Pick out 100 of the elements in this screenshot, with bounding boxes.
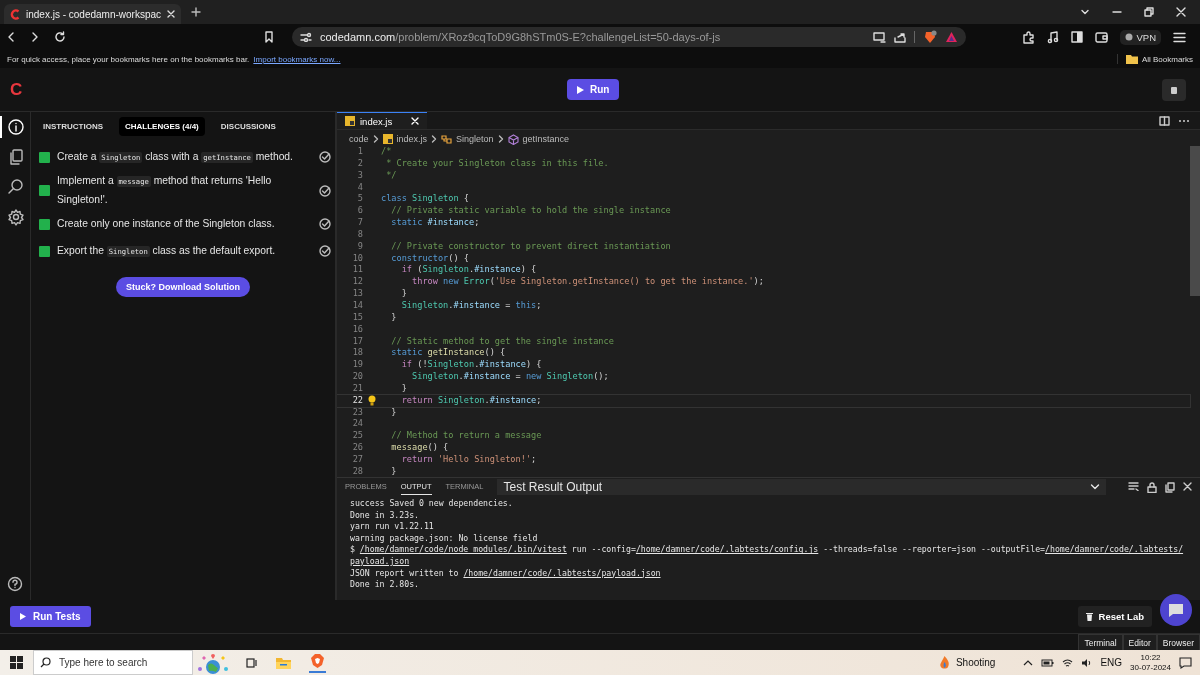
lion-shield-icon[interactable] (311, 654, 324, 668)
puzzle-icon[interactable] (1022, 30, 1036, 44)
output-line: Done in 2.80s. (350, 579, 420, 591)
close-icon[interactable] (1183, 481, 1192, 491)
logo[interactable]: C (10, 79, 23, 100)
file-explorer-icon[interactable] (276, 656, 291, 669)
lock-icon[interactable] (1147, 481, 1157, 493)
taskbar-search-field[interactable]: Type here to search (33, 650, 193, 675)
close-icon[interactable] (167, 10, 176, 18)
chevron-up-icon[interactable] (1023, 658, 1034, 667)
menu-icon[interactable] (1173, 31, 1186, 43)
battery-icon[interactable] (1041, 658, 1055, 667)
bookmark-icon[interactable] (264, 31, 274, 43)
line-number: 4 (356, 181, 363, 194)
output-line: warning package.json: No license field (350, 532, 539, 545)
clock[interactable]: 10:22 30-07-2024 (1130, 652, 1171, 673)
import-bookmarks-link[interactable]: Import bookmarks now... (253, 54, 341, 64)
check-circle-icon (319, 218, 331, 230)
chevron-right-icon (372, 135, 379, 143)
line-number: 22 (351, 394, 363, 407)
language-indicator[interactable]: ENG (1100, 657, 1123, 668)
scrollbar-thumb[interactable] (1190, 146, 1200, 296)
more-icon[interactable] (1178, 118, 1190, 123)
class-icon (441, 134, 453, 144)
download-solution-button[interactable]: Stuck? Download Solution (116, 277, 250, 297)
line-number: 8 (356, 228, 363, 241)
task-view-icon[interactable] (245, 656, 258, 669)
line-number: 18 (351, 347, 363, 360)
code-line: throw new Error('Use Singleton.getInstance() to get the instance.'); (411, 276, 764, 289)
flame-icon[interactable] (938, 655, 950, 670)
restore-icon[interactable] (1144, 7, 1154, 17)
view-tab[interactable]: Browser (1156, 634, 1200, 650)
split-editor-icon[interactable] (1159, 115, 1170, 126)
output-line: JSON report written to /home/damner/code/.labtests/payload.json (350, 567, 662, 580)
all-bookmarks-link[interactable]: All Bookmarks (1141, 54, 1193, 64)
js-file-icon (382, 134, 393, 144)
breadcrumb-item[interactable]: code (349, 134, 369, 144)
chat-button[interactable] (1160, 594, 1192, 626)
output-channel-select[interactable]: Test Result Output (497, 479, 1106, 495)
page-tab[interactable]: index.js - codedamn-workspac (4, 4, 182, 24)
reset-lab-button[interactable]: Reset Lab (1077, 606, 1152, 627)
vpn-button[interactable]: VPN (1120, 29, 1161, 45)
line-number: 15 (351, 311, 363, 324)
sidebar-icon[interactable] (1071, 31, 1084, 43)
weather-text[interactable]: Shooting (955, 657, 996, 668)
windows-icon[interactable] (10, 656, 23, 669)
chevron-right-icon (497, 135, 504, 143)
file-tab[interactable]: index.js (337, 112, 428, 129)
panel-tab[interactable]: DISCUSSIONS (214, 117, 282, 136)
code-line: } (400, 382, 407, 395)
chevron-down-icon[interactable] (1080, 7, 1090, 17)
plus-icon[interactable] (191, 7, 202, 17)
line-number: 12 (351, 276, 363, 289)
line-number: 26 (351, 442, 363, 454)
screen-icon[interactable] (873, 31, 886, 43)
breadcrumb-item[interactable]: getInstance (522, 134, 570, 144)
code-line: // Method to return a message (390, 430, 542, 443)
code-line: if (Singleton.#instance) { (400, 264, 537, 277)
output-line: Done in 3.23s. (350, 509, 420, 522)
chevron-down-icon[interactable] (1090, 483, 1100, 491)
triangle-icon[interactable] (945, 31, 958, 43)
wifi-icon[interactable] (1062, 657, 1074, 668)
code-line: constructor() { (390, 252, 469, 265)
notification-icon[interactable] (1179, 656, 1192, 669)
panel-tab[interactable]: CHALLENGES (4/4) (119, 117, 205, 136)
favicon-icon (10, 8, 20, 20)
view-tab[interactable]: Editor (1122, 634, 1157, 650)
code-line: // Private static variable to hold the single instance (390, 205, 671, 218)
settings-icon (7, 208, 25, 226)
list-icon[interactable] (1128, 481, 1139, 491)
wallet-icon[interactable] (1095, 31, 1109, 43)
music-note-icon[interactable] (1047, 30, 1060, 44)
back-icon[interactable] (6, 31, 16, 43)
info-icon (7, 118, 25, 136)
sliders-icon[interactable] (300, 32, 312, 42)
line-number: 6 (356, 205, 363, 218)
breadcrumb-item[interactable]: index.js (396, 134, 428, 144)
bookmarks-hint: For quick access, place your bookmarks here on the bookmarks bar. (7, 54, 250, 64)
search-icon (40, 657, 51, 668)
code-line: } (390, 465, 397, 477)
speaker-icon[interactable] (1081, 657, 1093, 668)
lightbulb-icon[interactable] (368, 395, 376, 407)
close-icon[interactable] (1176, 7, 1186, 17)
reload-icon[interactable] (54, 31, 66, 43)
copy-icon[interactable] (1165, 481, 1175, 493)
breadcrumb-item[interactable]: Singleton (456, 134, 494, 144)
line-number: 14 (351, 299, 363, 312)
share-icon[interactable] (894, 31, 906, 43)
help-icon[interactable] (7, 576, 23, 592)
check-circle-icon (319, 151, 331, 163)
line-number: 16 (351, 323, 363, 336)
code-line: } (390, 406, 397, 419)
settings-button[interactable] (1162, 78, 1186, 101)
address-bar[interactable]: codedamn.com/problem/XRoz9cqToD9G8hSTm0S-E?challengeList=50-days-of-js (292, 27, 966, 47)
run-tests-button[interactable]: Run Tests (10, 606, 91, 627)
search-icon (7, 178, 25, 196)
panel-tab[interactable]: INSTRUCTIONS (37, 117, 109, 136)
view-tab[interactable]: Terminal (1078, 634, 1123, 650)
run-button[interactable]: Run (566, 79, 620, 100)
shield-icon[interactable] (923, 30, 937, 44)
